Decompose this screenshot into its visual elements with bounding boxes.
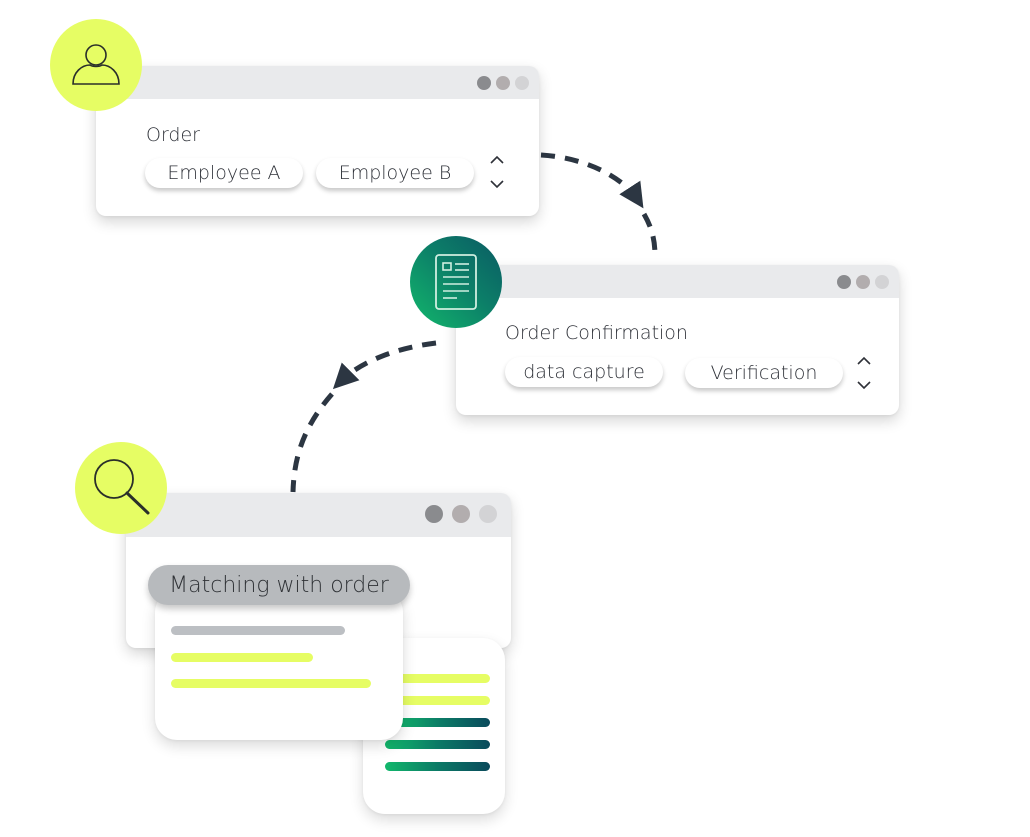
window-dot-icon[interactable] [875, 275, 889, 289]
option-employee-b[interactable]: Employee B [316, 158, 474, 188]
result-line [385, 740, 490, 749]
chevron-up-icon [490, 155, 504, 164]
chevron-down-icon [490, 180, 504, 189]
window-dot-icon[interactable] [425, 505, 443, 523]
order-window: Order Employee A Employee B [96, 66, 539, 216]
option-verification[interactable]: Verification [685, 358, 843, 388]
window-controls [425, 505, 497, 523]
search-icon [94, 459, 150, 515]
arrow-order-to-confirmation [540, 152, 658, 257]
window-dot-icon[interactable] [515, 76, 529, 90]
search-icon-badge [75, 442, 167, 534]
arrow-confirmation-to-matching [290, 340, 437, 493]
window-controls [837, 275, 889, 289]
matching-with-order-label[interactable]: Matching with order [148, 565, 410, 605]
option-data-capture[interactable]: data capture [505, 357, 663, 387]
window-dot-icon[interactable] [496, 76, 510, 90]
window-titlebar [126, 493, 511, 537]
window-dot-icon[interactable] [452, 505, 470, 523]
window-title: Order [146, 124, 200, 146]
window-controls [477, 76, 529, 90]
result-line [393, 674, 490, 683]
option-stepper[interactable] [487, 154, 507, 192]
matching-line [171, 679, 371, 688]
user-icon [72, 44, 120, 85]
option-stepper[interactable] [854, 355, 874, 393]
window-title: Order Confirmation [505, 322, 688, 344]
matching-card [155, 590, 403, 740]
document-icon-badge [410, 236, 502, 328]
result-line [393, 696, 490, 705]
window-dot-icon[interactable] [479, 505, 497, 523]
window-dot-icon[interactable] [477, 76, 491, 90]
document-icon [435, 254, 477, 310]
result-line [385, 762, 490, 771]
window-titlebar [456, 265, 899, 298]
option-employee-a[interactable]: Employee A [145, 158, 303, 188]
matching-line [171, 626, 345, 635]
order-confirmation-window: Order Confirmation data capture Verifica… [456, 265, 899, 415]
result-line [393, 718, 490, 727]
window-titlebar [96, 66, 539, 99]
chevron-up-icon [857, 356, 871, 365]
window-dot-icon[interactable] [837, 275, 851, 289]
window-dot-icon[interactable] [856, 275, 870, 289]
chevron-down-icon [857, 381, 871, 390]
matching-line [171, 653, 313, 662]
user-icon-badge [50, 19, 142, 111]
